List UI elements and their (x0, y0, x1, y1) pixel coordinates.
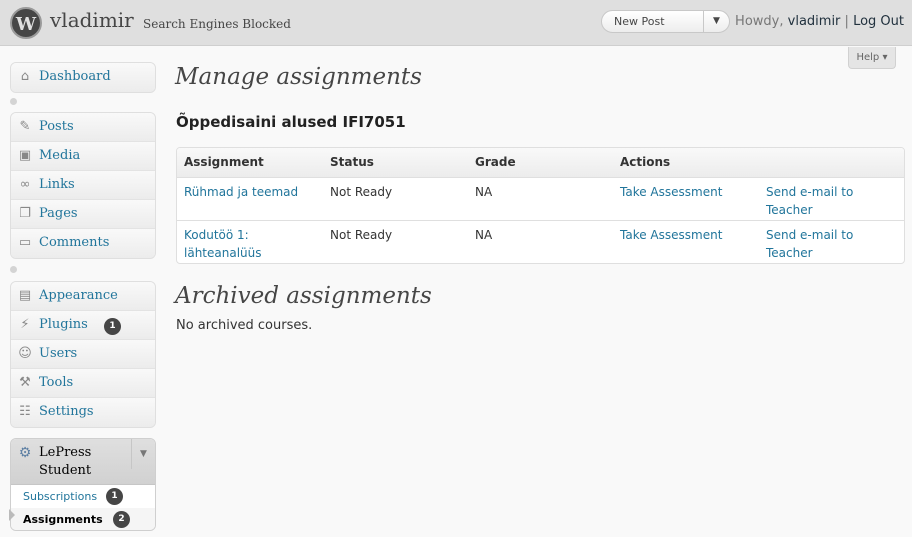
menu-group-admin: ▤ Appearance ⚡ Plugins 1 ☺ Users ⚒ Tools… (10, 281, 156, 428)
assignment-link[interactable]: Rühmad ja teemad (184, 183, 314, 201)
status-cell: Not Ready (330, 228, 393, 242)
users-icon: ☺ (18, 346, 32, 361)
menu-label: Posts (39, 119, 74, 134)
menu-item-links[interactable]: ∞ Links (11, 171, 155, 200)
chevron-down-icon[interactable]: ▼ (131, 439, 155, 469)
email-teacher-link[interactable]: Send e-mail to Teacher (766, 226, 886, 262)
menu-label: Users (39, 346, 78, 361)
column-header: Actions (620, 155, 671, 169)
menu-label: Settings (39, 404, 94, 419)
menu-label: Dashboard (39, 69, 111, 84)
menu-label: Plugins (39, 317, 88, 332)
menu-item-media[interactable]: ▣ Media (11, 142, 155, 171)
menu-item-plugins[interactable]: ⚡ Plugins 1 (11, 311, 155, 340)
menu-group-content: ✎ Posts ▣ Media ∞ Links ❐ Pages ▭ Commen… (10, 112, 156, 259)
menu-item-lepress-student[interactable]: ⚙ LePress Student ▼ (11, 439, 155, 485)
menu-group-lepress: ⚙ LePress Student ▼ Subscriptions 1 Assi… (10, 438, 156, 531)
menu-label: Pages (39, 206, 78, 221)
admin-header: W vladimir Search Engines Blocked New Po… (0, 0, 912, 46)
user-info: Howdy, vladimir | Log Out (735, 14, 904, 29)
grade-cell: NA (475, 185, 493, 199)
user-info-separator: | (844, 14, 849, 29)
menu-item-settings[interactable]: ☷ Settings (11, 398, 155, 427)
wordpress-logo-icon[interactable]: W (10, 7, 42, 39)
settings-icon: ☷ (19, 404, 31, 419)
site-status: Search Engines Blocked (143, 17, 291, 31)
submenu-label: Subscriptions (23, 490, 98, 503)
tools-icon: ⚒ (19, 375, 31, 390)
assignments-badge: 2 (113, 511, 130, 528)
menu-item-pages[interactable]: ❐ Pages (11, 200, 155, 229)
course-title: Õppedisaini alused IFI7051 (176, 113, 406, 131)
menu-item-dashboard[interactable]: ⌂ Dashboard (11, 63, 155, 92)
plugins-update-badge: 1 (104, 318, 121, 335)
current-page-arrow-icon (9, 509, 15, 521)
favorite-actions-dropdown[interactable]: New Post ▼ (601, 10, 730, 33)
grade-cell: NA (475, 228, 493, 242)
media-icon: ▣ (18, 148, 32, 163)
menu-label-line2: Student (39, 463, 92, 478)
archive-empty-message: No archived courses. (176, 318, 313, 333)
logout-link[interactable]: Log Out (853, 14, 904, 29)
menu-label: Tools (39, 375, 74, 390)
help-label: Help (856, 52, 880, 63)
username-link[interactable]: vladimir (788, 14, 841, 29)
column-header: Assignment (184, 155, 264, 169)
page-title: Manage assignments (175, 64, 422, 90)
assignment-link[interactable]: Kodutöö 1: lähteanalüüs (184, 226, 314, 262)
site-title[interactable]: vladimir (50, 8, 134, 32)
menu-label-line1: LePress (39, 445, 92, 460)
comment-icon: ▭ (18, 235, 32, 250)
help-tab[interactable]: Help ▾ (848, 47, 896, 69)
menu-group-dashboard: ⌂ Dashboard (10, 62, 156, 93)
appearance-icon: ▤ (18, 288, 32, 303)
submenu-label: Assignments (23, 513, 103, 526)
column-header: Grade (475, 155, 516, 169)
menu-item-tools[interactable]: ⚒ Tools (11, 369, 155, 398)
link-icon: ∞ (19, 177, 31, 192)
pages-icon: ❐ (19, 206, 31, 221)
menu-item-appearance[interactable]: ▤ Appearance (11, 282, 155, 311)
status-cell: Not Ready (330, 185, 393, 199)
submenu-item-assignments[interactable]: Assignments 2 (11, 508, 155, 530)
gear-icon: ⚙ (18, 445, 32, 461)
assignments-table: Assignment Status Grade Actions Rühmad j… (176, 147, 905, 264)
take-assessment-link[interactable]: Take Assessment (620, 226, 760, 244)
menu-label: Comments (39, 235, 110, 250)
table-row: Kodutöö 1: lähteanalüüs Not Ready NA Tak… (177, 221, 904, 263)
submenu-item-subscriptions[interactable]: Subscriptions 1 (11, 485, 155, 508)
menu-separator-handle[interactable] (10, 98, 17, 105)
pin-icon: ✎ (19, 119, 31, 134)
menu-item-posts[interactable]: ✎ Posts (11, 113, 155, 142)
menu-item-comments[interactable]: ▭ Comments (11, 229, 155, 258)
howdy-text: Howdy, (735, 14, 784, 29)
menu-label: Media (39, 148, 81, 163)
table-header: Assignment Status Grade Actions (177, 148, 904, 178)
menu-item-users[interactable]: ☺ Users (11, 340, 155, 369)
chevron-down-icon[interactable]: ▼ (703, 11, 729, 32)
menu-label: LePress Student (39, 444, 129, 480)
subscriptions-badge: 1 (106, 488, 123, 505)
menu-label: Links (39, 177, 75, 192)
column-header: Status (330, 155, 374, 169)
plug-icon: ⚡ (20, 317, 30, 332)
home-icon: ⌂ (20, 69, 30, 84)
menu-separator-handle[interactable] (10, 266, 17, 273)
new-post-button[interactable]: New Post (614, 15, 665, 28)
email-teacher-link[interactable]: Send e-mail to Teacher (766, 183, 886, 219)
table-row: Rühmad ja teemad Not Ready NA Take Asses… (177, 178, 904, 221)
menu-label: Appearance (39, 288, 118, 303)
archive-title: Archived assignments (175, 283, 432, 309)
take-assessment-link[interactable]: Take Assessment (620, 183, 760, 201)
